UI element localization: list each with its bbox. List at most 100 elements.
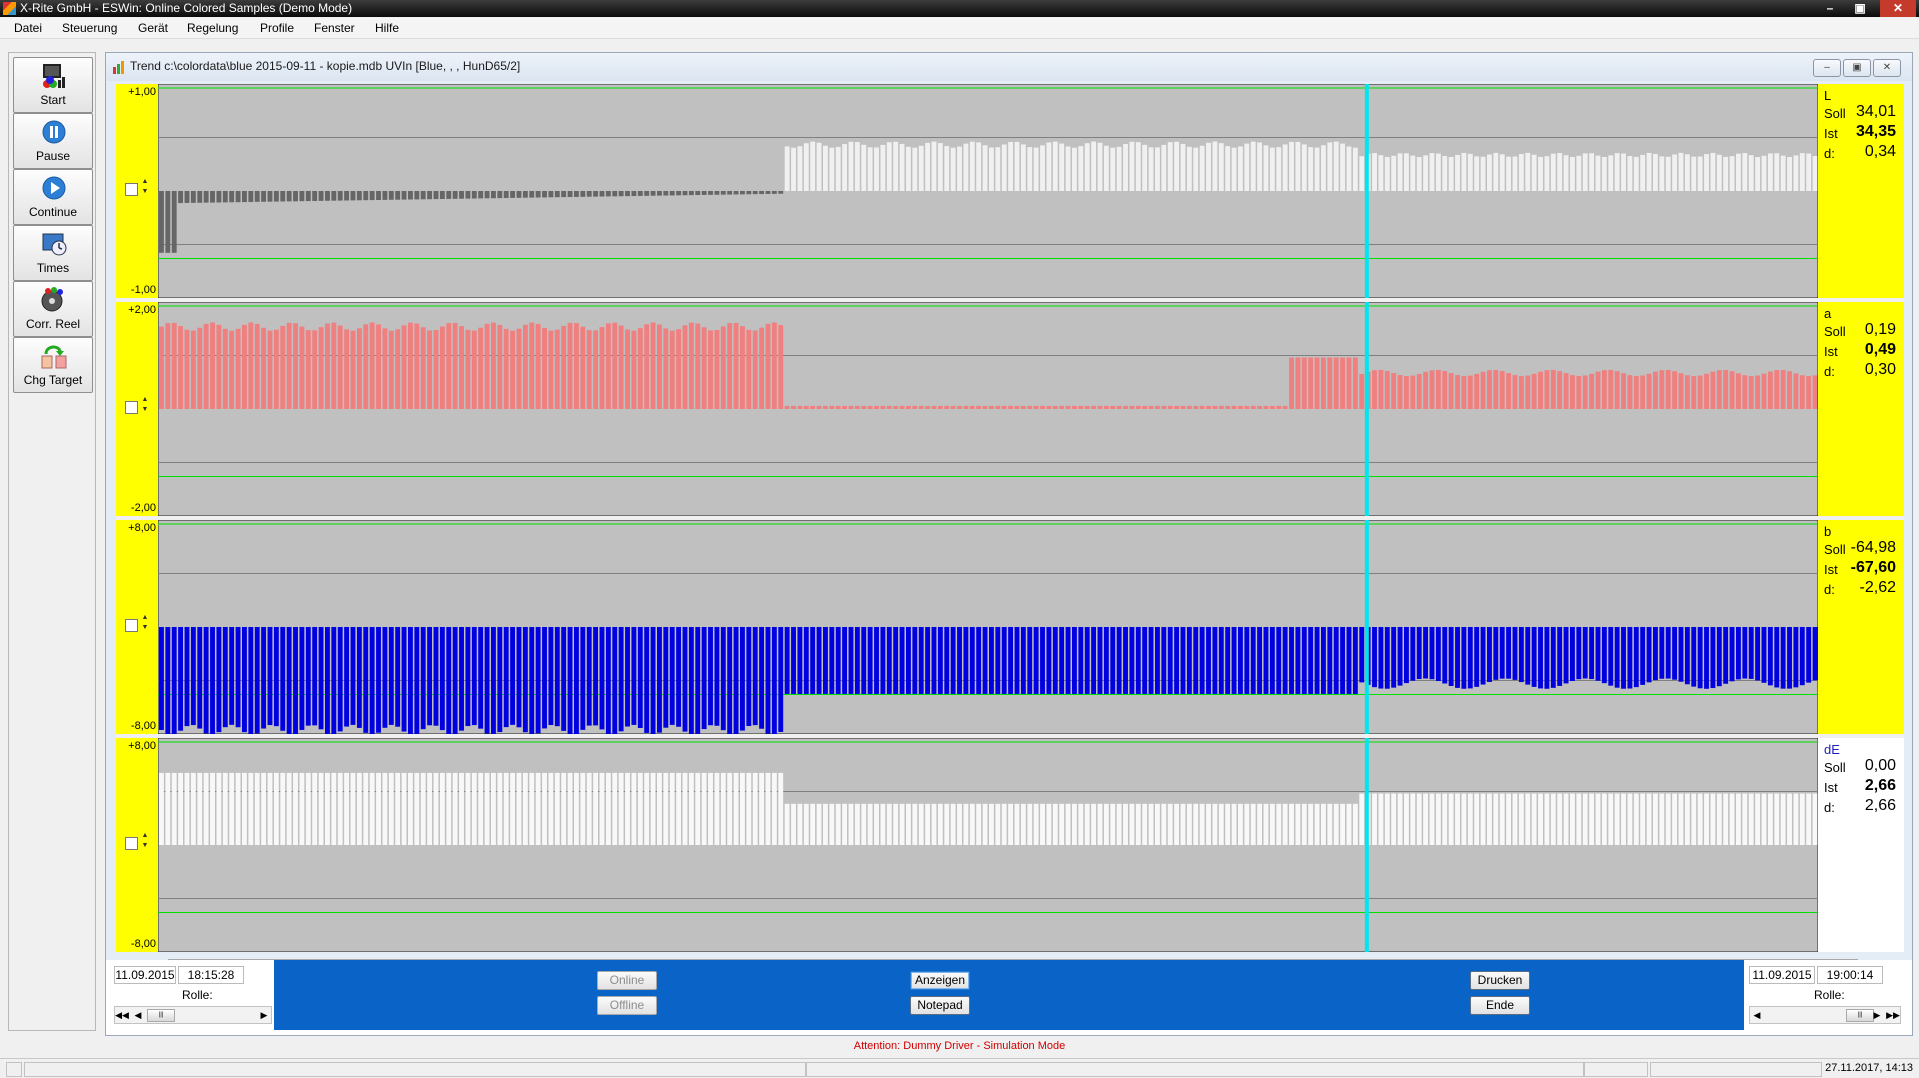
offline-button[interactable]: Offline (597, 996, 657, 1015)
trend-bar (586, 627, 592, 726)
scale-spinner[interactable]: ▲ ▼ (140, 831, 150, 853)
trend-plot-l[interactable] (158, 84, 1818, 298)
online-button[interactable]: Online (597, 971, 657, 990)
trend-bar (1467, 627, 1473, 689)
trend-bar (459, 772, 464, 845)
menu-hilfe[interactable]: Hilfe (375, 21, 399, 35)
trend-bar (1691, 156, 1697, 191)
menu-geraet[interactable]: Gerät (138, 21, 168, 35)
trend-plot-de[interactable] (158, 738, 1818, 952)
menu-profile[interactable]: Profile (260, 21, 294, 35)
time-cursor[interactable] (1364, 302, 1369, 516)
trend-bar (574, 772, 579, 845)
trend-bar (1289, 357, 1294, 409)
start-date-field[interactable]: 11.09.2015 (114, 966, 176, 984)
menu-regelung[interactable]: Regelung (187, 21, 238, 35)
trend-bar (299, 627, 305, 730)
pause-button[interactable]: Pause (13, 113, 93, 169)
trend-bar (1684, 793, 1690, 845)
trend-plot-b[interactable] (158, 520, 1818, 734)
trend-bar (171, 322, 177, 409)
trend-bar (1206, 142, 1211, 191)
scroll-left-arrow-icon[interactable]: ◀ (131, 1007, 145, 1023)
maximize-button[interactable]: ▣ (1847, 0, 1873, 17)
corr-reel-button[interactable]: Corr. Reel (13, 281, 93, 337)
chg-target-button[interactable]: Chg Target (13, 337, 93, 393)
trend-bar (529, 627, 535, 734)
trend-bar (1040, 145, 1045, 191)
time-cursor[interactable] (1364, 84, 1369, 298)
trend-bar (312, 330, 318, 409)
scroll-right-arrow-icon[interactable]: ▶ (257, 1007, 271, 1023)
trend-bar (1103, 405, 1109, 409)
left-scrollbar-thumb[interactable]: ||| (147, 1009, 175, 1022)
trend-bar (880, 803, 886, 845)
trend-bar (356, 627, 362, 728)
menu-fenster[interactable]: Fenster (314, 21, 355, 35)
drucken-button[interactable]: Drucken (1470, 971, 1530, 990)
trend-restore-button[interactable]: ▣ (1843, 59, 1871, 77)
trend-bar (548, 772, 554, 845)
trend-bar (356, 191, 362, 201)
trend-bar (1333, 627, 1339, 694)
trend-bar (1518, 154, 1524, 191)
scroll-right-arrow-icon[interactable]: ▶ (1870, 1007, 1884, 1023)
trend-bar (1742, 793, 1748, 845)
panel-checkbox[interactable] (125, 401, 138, 414)
scale-spinner[interactable]: ▲ ▼ (140, 177, 150, 199)
trend-bar (1691, 376, 1697, 409)
end-time-field[interactable]: 19:00:14 (1817, 966, 1883, 984)
scale-spinner[interactable]: ▲ ▼ (140, 395, 150, 417)
panel-checkbox[interactable] (125, 619, 138, 632)
trend-bar (1570, 375, 1575, 409)
trend-bar (906, 627, 911, 694)
close-button[interactable]: ✕ (1880, 0, 1916, 17)
ende-button[interactable]: Ende (1470, 996, 1530, 1015)
trend-bar (1806, 376, 1812, 409)
trend-bar (1467, 793, 1473, 845)
trend-bar (261, 627, 267, 729)
continue-button[interactable]: Continue (13, 169, 93, 225)
panel-checkbox[interactable] (125, 837, 138, 850)
scale-spinner[interactable]: ▲ ▼ (140, 613, 150, 635)
trend-bar (982, 627, 988, 694)
trend-plot-a[interactable] (158, 302, 1818, 516)
left-position-scrollbar[interactable]: ◀◀ ◀ ||| ▶ (114, 1006, 272, 1024)
last-record-arrow-icon[interactable]: ▶▶ (1886, 1007, 1900, 1023)
right-position-scrollbar[interactable]: ◀ ||| ▶ ▶▶ (1749, 1006, 1901, 1024)
times-button[interactable]: Times (13, 225, 93, 281)
trend-close-button[interactable]: ✕ (1873, 59, 1901, 77)
menu-steuerung[interactable]: Steuerung (62, 21, 117, 35)
trend-bar (1780, 155, 1786, 191)
anzeigen-button[interactable]: Anzeigen (910, 971, 970, 990)
trend-minimize-button[interactable]: – (1813, 59, 1841, 77)
trend-bar (1787, 157, 1792, 191)
trend-bar (267, 191, 273, 202)
trend-bar (293, 323, 298, 409)
trend-bar (580, 772, 586, 845)
trend-bar (1672, 371, 1678, 409)
trend-bar (701, 327, 707, 409)
first-record-arrow-icon[interactable]: ◀◀ (115, 1007, 129, 1023)
trend-bar (1582, 375, 1588, 409)
trend-bar (1697, 627, 1703, 689)
trend-bar (331, 191, 337, 201)
trend-bar (395, 772, 401, 845)
trend-bar (816, 627, 822, 694)
trend-bar (740, 772, 745, 845)
menu-datei[interactable]: Datei (14, 21, 42, 35)
minimize-button[interactable]: – (1817, 0, 1843, 17)
trend-bar (1040, 405, 1045, 409)
trend-bar (1691, 627, 1697, 687)
time-cursor[interactable] (1364, 520, 1369, 734)
start-time-field[interactable]: 18:15:28 (178, 966, 244, 984)
end-date-field[interactable]: 11.09.2015 (1749, 966, 1815, 984)
start-button[interactable]: Start (13, 57, 93, 113)
panel-checkbox[interactable] (125, 183, 138, 196)
trend-bar (535, 323, 541, 409)
notepad-button[interactable]: Notepad (910, 996, 970, 1015)
time-cursor[interactable] (1364, 738, 1369, 952)
trend-bar (1506, 627, 1512, 679)
scroll-left-arrow-icon[interactable]: ◀ (1750, 1007, 1764, 1023)
trend-bar (1736, 373, 1741, 409)
